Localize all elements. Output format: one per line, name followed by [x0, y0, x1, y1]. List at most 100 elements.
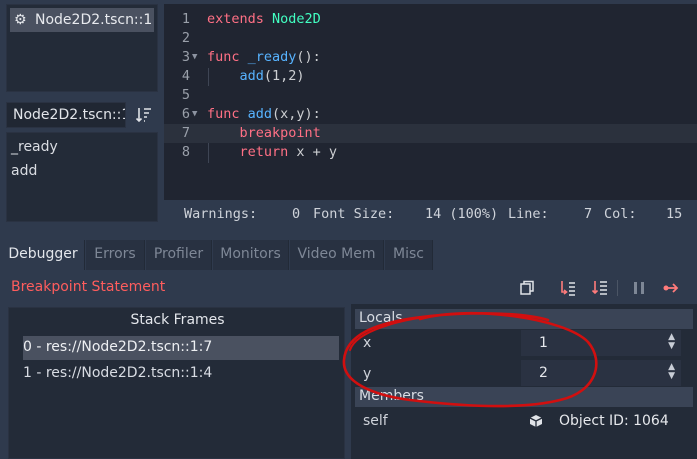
line-number: 7	[181, 125, 190, 141]
debugger-toolbar: Breakpoint Statement	[0, 272, 697, 302]
code-token: Node2D	[272, 11, 321, 27]
stack-frames-panel: Stack Frames 0 - res://Node2D2.tscn::1:7…	[8, 307, 345, 459]
line-value: 7	[584, 206, 593, 222]
editor-statusbar: Warnings: 0 Font Size: 14 (100%) Line: 7…	[164, 200, 697, 228]
code-line[interactable]: 3 ▼ func _ready():	[164, 48, 697, 67]
tab-monitors[interactable]: Monitors	[213, 240, 289, 270]
tab-debugger[interactable]: Debugger	[2, 240, 85, 270]
step-into-icon	[561, 281, 575, 296]
continue-button[interactable]	[659, 276, 683, 300]
code-line[interactable]: 5	[164, 86, 697, 105]
current-script-field[interactable]: Node2D2.tscn::1	[6, 102, 126, 128]
tab-video-mem[interactable]: Video Mem	[290, 240, 384, 270]
copy-icon	[520, 280, 534, 295]
code-token: add	[239, 68, 264, 84]
code-token: return	[239, 144, 297, 160]
variables-inspector: Locals x 1 ▲ ▼ y 2 ▲ ▼ Members self Object…	[351, 304, 697, 459]
scene-item-label: Node2D2.tscn::1	[35, 12, 153, 28]
line-number: 4	[181, 68, 190, 84]
panel-splitter[interactable]	[346, 302, 350, 459]
member-self-value[interactable]: Object ID: 1064	[521, 408, 689, 434]
font-size-value: 14 (100%)	[425, 206, 499, 222]
code-token: add	[247, 106, 273, 122]
object-cube-icon	[529, 414, 543, 432]
code-token: breakpoint	[239, 125, 321, 141]
step-over-button[interactable]	[588, 276, 612, 300]
code-text: breakpoint	[207, 124, 321, 143]
spinner-arrows-icon[interactable]: ▲ ▼	[668, 333, 675, 351]
warnings-count: 0	[292, 206, 301, 222]
line-number: 1	[181, 11, 190, 27]
code-text: extends Node2D	[207, 10, 321, 29]
col-label: Col:	[604, 206, 637, 222]
scene-list: ⚙ Node2D2.tscn::1	[6, 4, 158, 92]
code-editor[interactable]: 1 extends Node2D 2 3 ▼ func _ready(): 4 add(1,…	[164, 4, 697, 200]
line-number: 2	[181, 30, 190, 46]
step-over-icon	[591, 281, 607, 295]
line-number: 3	[181, 49, 190, 65]
font-size-label: Font Size:	[313, 206, 395, 222]
code-text: func add(x,y):	[207, 105, 321, 124]
warnings-label: Warnings:	[184, 206, 258, 222]
tab-misc[interactable]: Misc	[385, 240, 433, 270]
code-line-current[interactable]: 7 breakpoint	[164, 124, 697, 143]
sort-methods-button[interactable]	[132, 103, 156, 127]
method-item-add[interactable]: add	[7, 161, 157, 185]
local-var-name: y	[363, 366, 372, 382]
code-line[interactable]: 2	[164, 29, 697, 48]
code-text: return x + y	[207, 143, 338, 162]
line-number: 8	[181, 144, 190, 160]
code-token: (x,y):	[272, 106, 321, 122]
spinner-arrows-icon[interactable]: ▲ ▼	[668, 363, 675, 381]
object-id-text: Object ID: 1064	[559, 413, 669, 429]
fold-arrow-icon[interactable]: ▼	[192, 48, 197, 67]
stack-frame-row[interactable]: 1 - res://Node2D2.tscn::1:4	[23, 362, 339, 386]
code-token: (1,2)	[263, 68, 305, 84]
local-var-value: 2	[539, 365, 548, 381]
members-section-header[interactable]: Members	[355, 387, 693, 407]
line-number: 5	[181, 87, 190, 103]
col-value: 15	[666, 206, 683, 222]
stack-frame-row[interactable]: 0 - res://Node2D2.tscn::1:7	[23, 336, 339, 360]
code-token: func	[207, 106, 248, 122]
toolbar-divider	[617, 280, 618, 296]
step-into-button[interactable]	[556, 276, 580, 300]
local-var-y-field[interactable]: 2 ▲ ▼	[521, 360, 681, 386]
code-token: x + y	[296, 144, 338, 160]
code-token: func	[207, 49, 248, 65]
fold-arrow-icon[interactable]: ▼	[192, 105, 197, 124]
code-token: extends	[207, 11, 273, 27]
line-number: 6	[181, 106, 190, 122]
break-button[interactable]	[627, 276, 651, 300]
code-token: _ready	[247, 49, 297, 65]
code-line[interactable]: 8 return x + y	[164, 143, 697, 162]
code-text: add(1,2)	[207, 67, 305, 86]
stack-frames-title: Stack Frames	[130, 312, 225, 328]
code-line[interactable]: 6 ▼ func add(x,y):	[164, 105, 697, 124]
script-selector-row: Node2D2.tscn::1	[6, 102, 158, 128]
method-list: _ready add	[6, 132, 158, 222]
line-label: Line:	[508, 206, 549, 222]
member-name: self	[363, 413, 388, 429]
tab-profiler[interactable]: Profiler	[146, 240, 212, 270]
sort-icon	[135, 108, 151, 123]
code-line[interactable]: 4 add(1,2)	[164, 67, 697, 86]
local-var-value: 1	[539, 335, 548, 351]
bottom-tabbar: Debugger Errors Profiler Monitors Video …	[0, 240, 697, 270]
copy-error-button[interactable]	[515, 276, 539, 300]
method-item-ready[interactable]: _ready	[7, 137, 157, 161]
code-line[interactable]: 1 extends Node2D	[164, 10, 697, 29]
gear-icon: ⚙	[14, 12, 27, 28]
pause-icon	[634, 282, 644, 294]
local-var-name: x	[363, 335, 372, 351]
scene-item-node2d2[interactable]: ⚙ Node2D2.tscn::1	[10, 8, 154, 32]
tab-errors[interactable]: Errors	[86, 240, 145, 270]
continue-icon	[663, 283, 679, 293]
code-token: ():	[296, 49, 321, 65]
local-var-x-field[interactable]: 1 ▲ ▼	[521, 330, 681, 356]
code-text: func _ready():	[207, 48, 321, 67]
locals-section-header[interactable]: Locals	[355, 309, 693, 329]
